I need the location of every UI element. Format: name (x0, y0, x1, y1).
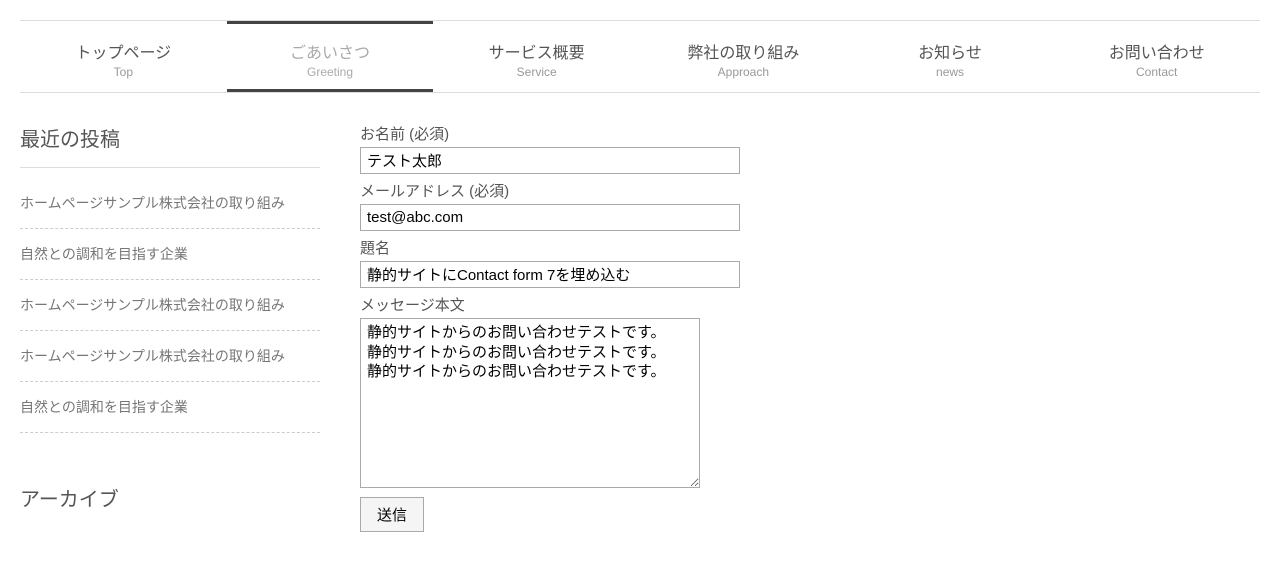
submit-button[interactable]: 送信 (360, 497, 424, 532)
recent-posts-list: ホームページサンプル株式会社の取り組み自然との調和を目指す企業ホームページサンプ… (20, 178, 320, 433)
email-input[interactable] (360, 204, 740, 231)
nav-label: サービス概要 (433, 39, 640, 63)
post-item[interactable]: ホームページサンプル株式会社の取り組み (20, 331, 320, 382)
nav-item-greeting[interactable]: ごあいさつ Greeting (227, 21, 434, 92)
nav-label: お問い合わせ (1053, 39, 1260, 63)
nav-item-news[interactable]: お知らせ news (847, 21, 1054, 92)
archive-title: アーカイブ (20, 483, 320, 512)
post-item[interactable]: ホームページサンプル株式会社の取り組み (20, 178, 320, 229)
subject-label: 題名 (360, 237, 1260, 258)
post-item[interactable]: 自然との調和を目指す企業 (20, 382, 320, 433)
recent-posts-title: 最近の投稿 (20, 123, 320, 168)
nav-sub: Contact (1053, 65, 1260, 79)
nav-label: お知らせ (847, 39, 1054, 63)
nav-label: ごあいさつ (227, 39, 434, 63)
name-input[interactable] (360, 147, 740, 174)
message-textarea[interactable] (360, 318, 700, 488)
nav-sub: Greeting (227, 65, 434, 79)
email-label: メールアドレス (必須) (360, 180, 1260, 201)
message-label: メッセージ本文 (360, 294, 1260, 315)
nav-label: トップページ (20, 39, 227, 63)
subject-input[interactable] (360, 261, 740, 288)
nav-sub: Service (433, 65, 640, 79)
post-item[interactable]: ホームページサンプル株式会社の取り組み (20, 280, 320, 331)
nav-sub: Top (20, 65, 227, 79)
main-nav: トップページ Topごあいさつ Greeting サービス概要 Service弊社の取り… (20, 20, 1260, 93)
nav-label: 弊社の取り組み (640, 39, 847, 63)
nav-item-top[interactable]: トップページ Top (20, 21, 227, 92)
post-item[interactable]: 自然との調和を目指す企業 (20, 229, 320, 280)
nav-item-service[interactable]: サービス概要 Service (433, 21, 640, 92)
nav-item-approach[interactable]: 弊社の取り組み Approach (640, 21, 847, 92)
nav-item-contact[interactable]: お問い合わせ Contact (1053, 21, 1260, 92)
name-label: お名前 (必須) (360, 123, 1260, 144)
nav-sub: news (847, 65, 1054, 79)
sidebar: 最近の投稿 ホームページサンプル株式会社の取り組み自然との調和を目指す企業ホーム… (20, 123, 350, 532)
contact-form: お名前 (必須) メールアドレス (必須) 題名 メッセージ本文 送信 (350, 123, 1260, 532)
nav-sub: Approach (640, 65, 847, 79)
